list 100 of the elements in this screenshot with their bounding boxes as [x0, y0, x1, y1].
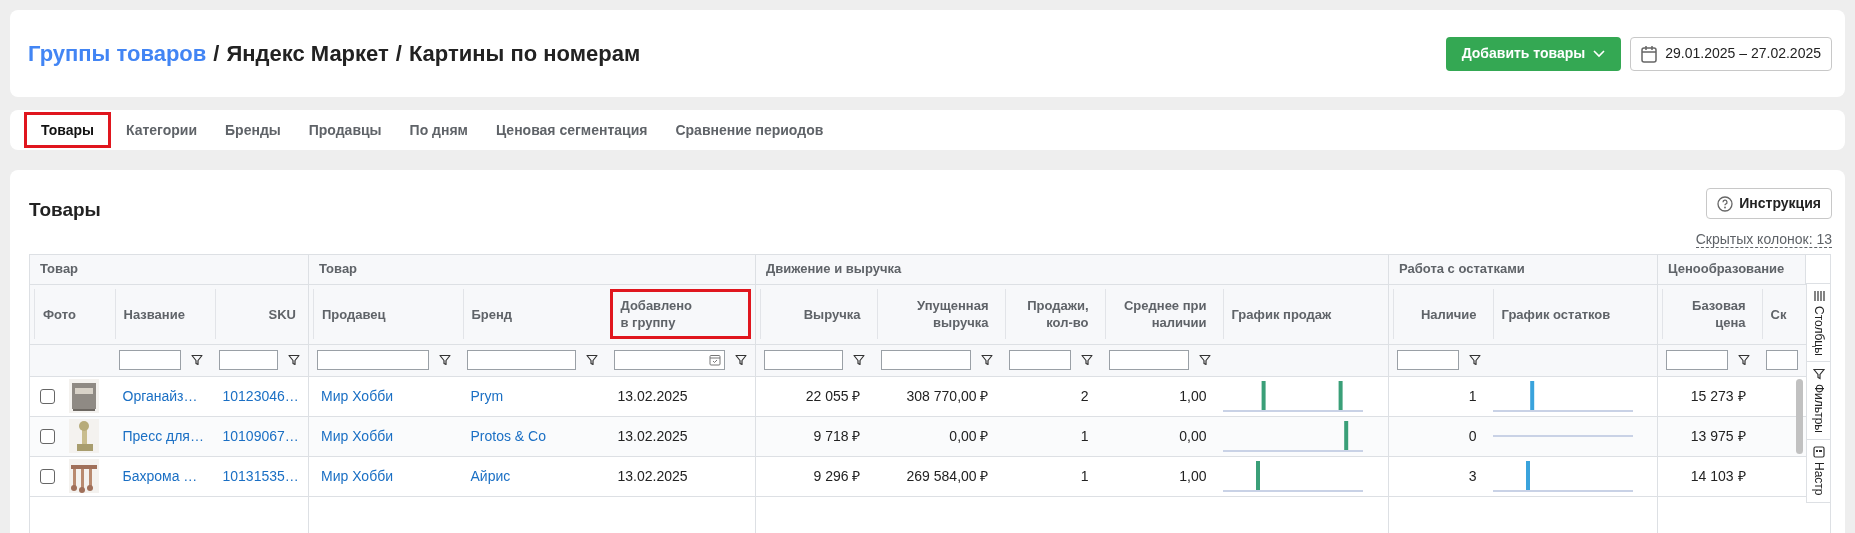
- filter-icon[interactable]: [1737, 354, 1750, 366]
- filter-icon[interactable]: [980, 354, 993, 366]
- filter-icon[interactable]: [735, 354, 747, 366]
- column-header[interactable]: Бренд: [471, 305, 513, 323]
- table-cell: 1: [1468, 387, 1477, 404]
- help-button[interactable]: Инструкция: [1706, 188, 1832, 219]
- breadcrumb-link[interactable]: Группы товаров: [28, 37, 207, 70]
- filter-icon[interactable]: [438, 354, 451, 366]
- filter-field[interactable]: [218, 350, 278, 370]
- column-header[interactable]: Название: [123, 305, 185, 323]
- table-link[interactable]: Пресс для…: [122, 427, 204, 444]
- filter-icon[interactable]: [1468, 354, 1481, 366]
- table-cell: 1: [1080, 427, 1089, 444]
- table-cell: 9 296 ₽: [813, 467, 861, 484]
- date-range-picker[interactable]: 29.01.2025 – 27.02.2025: [1630, 36, 1832, 71]
- column-header[interactable]: Продажи, кол-во: [1013, 297, 1089, 331]
- table-link[interactable]: Органайз…: [122, 387, 198, 404]
- table-cell: 269 584,00 ₽: [906, 467, 989, 484]
- question-icon: [1717, 195, 1734, 212]
- column-group-header: Движение и выручка: [766, 261, 902, 277]
- table-cell: 13.02.2025: [617, 427, 688, 444]
- breadcrumb-item: Яндекс Маркет: [226, 40, 389, 68]
- scrollbar-thumb[interactable]: [1796, 378, 1804, 454]
- column-header[interactable]: График продаж: [1231, 305, 1332, 323]
- columns-icon: [1812, 289, 1825, 302]
- row-checkbox[interactable]: [40, 388, 55, 404]
- side-tab[interactable]: Фильтры: [1806, 362, 1831, 441]
- table-cell: 2: [1080, 387, 1089, 404]
- row-checkbox[interactable]: [40, 428, 55, 444]
- table-cell: 13.02.2025: [617, 387, 688, 404]
- tab[interactable]: Товары: [24, 112, 111, 148]
- filter-field[interactable]: [1666, 350, 1728, 370]
- table-cell: 308 770,00 ₽: [906, 387, 989, 404]
- filter-icon[interactable]: [190, 354, 203, 366]
- side-tab[interactable]: Настр: [1806, 440, 1831, 503]
- add-products-button[interactable]: Добавить товары: [1445, 36, 1622, 71]
- table-cell: 14 103 ₽: [1690, 467, 1746, 484]
- column-header[interactable]: Ск: [1770, 305, 1787, 323]
- filter-icon[interactable]: [1198, 354, 1211, 366]
- filter-icon[interactable]: [585, 354, 598, 366]
- column-group-header: Работа с остатками: [1399, 261, 1525, 277]
- table-cell: 1: [1080, 467, 1089, 484]
- table-cell: 9 718 ₽: [813, 427, 861, 444]
- filter-icon: [1812, 368, 1825, 381]
- tab[interactable]: По дням: [396, 112, 481, 148]
- table-link[interactable]: Protos & Co: [470, 427, 546, 444]
- page-title: Картины по номерам: [408, 40, 641, 68]
- filter-icon[interactable]: [852, 354, 865, 366]
- table-cell: 22 055 ₽: [805, 387, 861, 404]
- filter-field[interactable]: [764, 350, 843, 370]
- table-link[interactable]: Бахрома …: [122, 467, 198, 484]
- filter-field[interactable]: [1008, 350, 1071, 370]
- filter-field[interactable]: [317, 350, 429, 370]
- filter-field[interactable]: [1108, 350, 1189, 370]
- filter-field[interactable]: [118, 350, 181, 370]
- tab[interactable]: Сравнение периодов: [662, 112, 837, 148]
- tab[interactable]: Ценовая сегментация: [482, 112, 661, 148]
- row-checkbox[interactable]: [40, 468, 55, 484]
- column-header[interactable]: Выручка: [803, 305, 861, 323]
- table-cell: 13 975 ₽: [1690, 427, 1746, 444]
- date-range-value: 29.01.2025 – 27.02.2025: [1665, 44, 1821, 63]
- column-header[interactable]: Среднее при наличии: [1113, 297, 1207, 331]
- filter-field[interactable]: [466, 350, 576, 370]
- filter-field[interactable]: [1765, 350, 1798, 370]
- table-link[interactable]: Мир Хобби: [321, 387, 393, 404]
- column-header[interactable]: Упущенная выручка: [885, 297, 989, 331]
- breadcrumb-separator: /: [213, 40, 220, 68]
- hidden-columns-link[interactable]: Скрытых колонок: 13: [1695, 230, 1832, 248]
- table-link[interactable]: Мир Хобби: [321, 467, 393, 484]
- table-cell: 15 273 ₽: [1690, 387, 1746, 404]
- side-tab[interactable]: Столбцы: [1806, 283, 1831, 363]
- column-group-header: Ценообразование: [1668, 261, 1785, 277]
- table-cell: 1,00: [1179, 387, 1207, 404]
- table-link[interactable]: 10109067…: [222, 427, 299, 444]
- filter-field[interactable]: [1397, 350, 1459, 370]
- table-link[interactable]: 10123046…: [222, 387, 299, 404]
- table-link[interactable]: 10131535…: [222, 467, 299, 484]
- column-header[interactable]: Базовая цена: [1671, 297, 1746, 331]
- date-filter-field[interactable]: [613, 350, 725, 370]
- column-header[interactable]: SKU: [268, 305, 296, 323]
- column-group-header: Товар: [319, 261, 358, 277]
- filter-icon[interactable]: [1080, 354, 1093, 366]
- tab[interactable]: Продавцы: [295, 112, 395, 148]
- tab[interactable]: Категории: [112, 112, 211, 148]
- table-cell: 0: [1468, 427, 1477, 444]
- column-header[interactable]: Фото: [43, 305, 76, 323]
- table-link[interactable]: Айрис: [470, 467, 511, 484]
- table-link[interactable]: Мир Хобби: [321, 427, 393, 444]
- column-header[interactable]: Продавец: [322, 305, 386, 323]
- filter-field[interactable]: [880, 350, 971, 370]
- filter-icon[interactable]: [288, 354, 300, 366]
- section-title: Товары: [29, 198, 101, 222]
- calendar-icon: [709, 354, 721, 366]
- column-header[interactable]: Наличие: [1420, 305, 1477, 323]
- table-cell: 0,00 ₽: [949, 427, 989, 444]
- calendar-icon: [1641, 44, 1658, 63]
- table-cell: 13.02.2025: [617, 467, 688, 484]
- column-header[interactable]: График остатков: [1501, 305, 1611, 323]
- tab[interactable]: Бренды: [212, 112, 294, 148]
- table-link[interactable]: Prym: [470, 387, 504, 404]
